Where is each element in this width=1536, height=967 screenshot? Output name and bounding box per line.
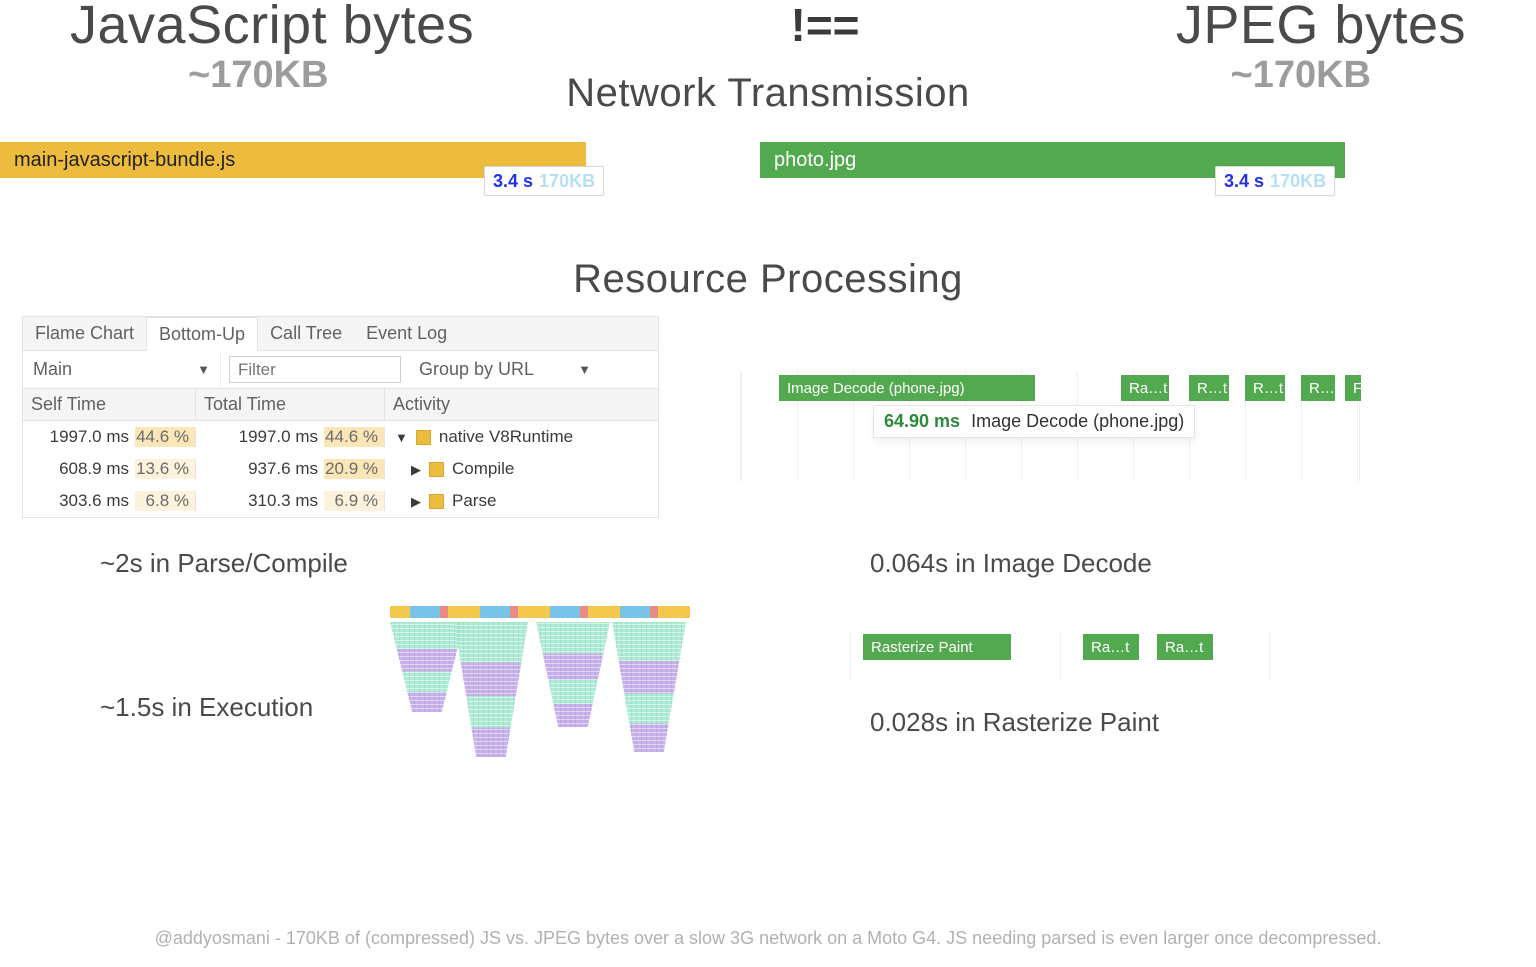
tooltip-js-size: 170KB <box>539 171 595 192</box>
bar-raster-small: R…t <box>1245 375 1285 401</box>
flamechart-illustration <box>390 606 690 758</box>
bar-raster-small: Ra…t <box>1157 634 1213 660</box>
table-row[interactable]: 1997.0 ms44.6 % 1997.0 ms44.6 % ▼ native… <box>23 421 658 453</box>
cell-total-pct: 6.9 % <box>324 491 384 511</box>
activity-swatch-icon <box>429 494 444 509</box>
table-header: Self Time Total Time Activity <box>23 389 658 421</box>
rasterize-timeline: Rasterize Paint Ra…t Ra…t <box>850 631 1270 681</box>
size-label-js: ~170KB <box>188 54 328 97</box>
chevron-down-icon: ▼ <box>578 362 591 377</box>
tooltip-decode-ms: 64.90 ms <box>884 411 960 431</box>
cell-self-ms: 303.6 ms <box>59 491 135 511</box>
table-row[interactable]: 303.6 ms6.8 % 310.3 ms6.9 % ▶ Parse <box>23 485 658 517</box>
bar-raster-small: F <box>1345 375 1361 401</box>
not-equal-symbol: !== <box>791 0 860 52</box>
thread-dropdown-label: Main <box>33 359 72 380</box>
tooltip-jpeg-size: 170KB <box>1270 171 1326 192</box>
summary-rasterize: 0.028s in Rasterize Paint <box>870 707 1159 738</box>
heading-jpeg: JPEG bytes <box>1176 0 1466 56</box>
tab-bottomup[interactable]: Bottom-Up <box>146 317 258 351</box>
activity-name: Parse <box>452 491 496 511</box>
caret-right-icon: ▶ <box>411 494 421 510</box>
section-title-resource: Resource Processing <box>0 257 1536 302</box>
summary-image-decode: 0.064s in Image Decode <box>870 548 1152 579</box>
cell-self-pct: 44.6 % <box>135 427 195 447</box>
cell-self-pct: 13.6 % <box>135 459 195 479</box>
bar-raster-small: R…t <box>1189 375 1229 401</box>
caret-down-icon: ▼ <box>395 430 408 445</box>
cell-total-ms: 937.6 ms <box>248 459 324 479</box>
bar-raster-small: R… <box>1301 375 1335 401</box>
activity-swatch-icon <box>416 430 431 445</box>
activity-swatch-icon <box>429 462 444 477</box>
cell-self-ms: 608.9 ms <box>59 459 135 479</box>
tooltip-js-time: 3.4 s <box>493 171 533 192</box>
tooltip-jpeg: 3.4 s 170KB <box>1215 166 1335 196</box>
activity-name: native V8Runtime <box>439 427 573 447</box>
tab-eventlog[interactable]: Event Log <box>354 317 459 350</box>
tooltip-decode-label: Image Decode (phone.jpg) <box>971 411 1184 431</box>
cell-total-ms: 310.3 ms <box>248 491 324 511</box>
bar-raster-small: Ra…t <box>1083 634 1139 660</box>
col-activity: Activity <box>385 389 658 420</box>
bar-js-label: main-javascript-bundle.js <box>14 149 235 172</box>
col-totaltime: Total Time <box>196 389 385 420</box>
activity-name: Compile <box>452 459 514 479</box>
chevron-down-icon: ▼ <box>197 362 210 377</box>
table-row[interactable]: 608.9 ms13.6 % 937.6 ms20.9 % ▶ Compile <box>23 453 658 485</box>
bar-rasterize-paint: Rasterize Paint <box>863 634 1011 660</box>
thread-dropdown[interactable]: Main ▼ <box>23 351 221 388</box>
cell-self-pct: 6.8 % <box>135 491 195 511</box>
col-selftime: Self Time <box>23 389 196 420</box>
tab-flamechart[interactable]: Flame Chart <box>23 317 146 350</box>
tab-calltree[interactable]: Call Tree <box>258 317 354 350</box>
caret-right-icon: ▶ <box>411 462 421 478</box>
cell-self-ms: 1997.0 ms <box>50 427 135 447</box>
tooltip-jpeg-time: 3.4 s <box>1224 171 1264 192</box>
bar-image-decode: Image Decode (phone.jpg) <box>779 375 1035 401</box>
devtools-bottomup-panel: Flame Chart Bottom-Up Call Tree Event Lo… <box>22 316 659 518</box>
network-bars: main-javascript-bundle.js photo.jpg 3.4 … <box>0 142 1536 217</box>
cell-total-pct: 44.6 % <box>324 427 384 447</box>
filter-input[interactable] <box>229 356 401 383</box>
footer-caption: @addyosmani - 170KB of (compressed) JS v… <box>0 928 1536 949</box>
cell-total-ms: 1997.0 ms <box>239 427 324 447</box>
devtools-tabs: Flame Chart Bottom-Up Call Tree Event Lo… <box>23 317 658 351</box>
bar-jpeg-label: photo.jpg <box>774 149 856 172</box>
heading-js: JavaScript bytes <box>70 0 474 56</box>
cell-total-pct: 20.9 % <box>324 459 384 479</box>
summary-parse-compile: ~2s in Parse/Compile <box>100 548 348 579</box>
groupby-dropdown-label: Group by URL <box>419 359 534 380</box>
tooltip-js: 3.4 s 170KB <box>484 166 604 196</box>
image-decode-timeline: Image Decode (phone.jpg) Ra…t R…t R…t R…… <box>740 371 1360 481</box>
tooltip-image-decode: 64.90 ms Image Decode (phone.jpg) <box>873 405 1195 438</box>
bar-raster-small: Ra…t <box>1121 375 1169 401</box>
summary-execution: ~1.5s in Execution <box>100 692 313 723</box>
size-label-jpeg: ~170KB <box>1231 54 1371 97</box>
groupby-dropdown[interactable]: Group by URL ▼ <box>409 351 601 388</box>
